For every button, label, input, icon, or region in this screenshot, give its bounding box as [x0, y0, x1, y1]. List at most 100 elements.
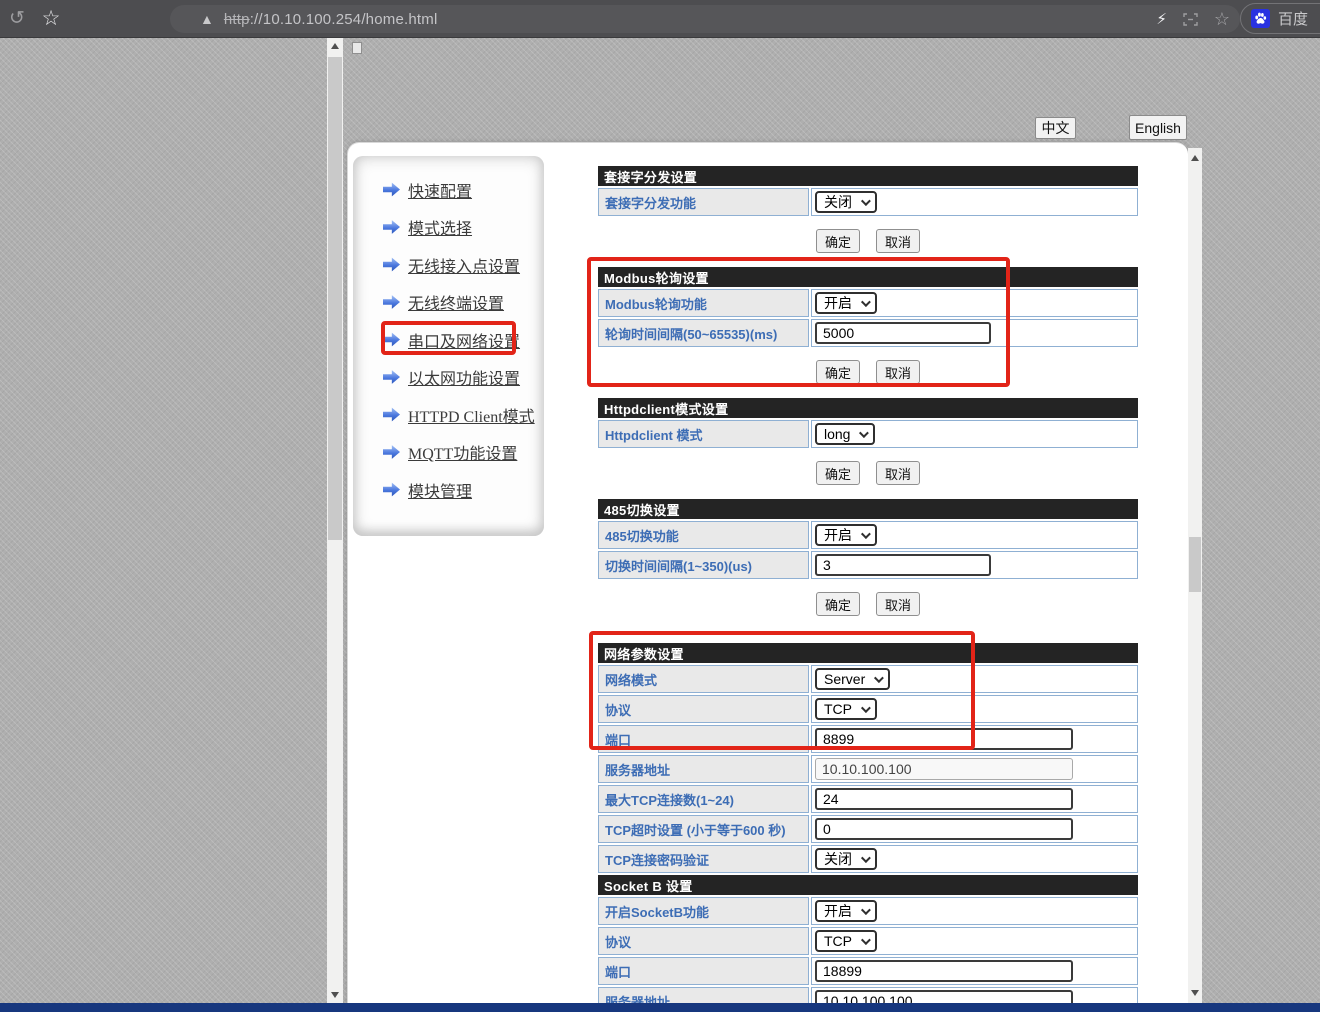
confirm-button[interactable]: 确定 — [816, 461, 860, 485]
sidebar-item-label[interactable]: MQTT功能设置 — [408, 440, 517, 464]
section-title: Modbus轮询设置 — [598, 267, 1138, 287]
table-row: 最大TCP连接数(1~24) — [598, 785, 1138, 813]
row-label: Modbus轮询功能 — [598, 289, 809, 317]
scroll-down-icon[interactable] — [1188, 985, 1202, 1001]
cancel-button[interactable]: 取消 — [876, 592, 920, 616]
table-row: 端口 — [598, 957, 1138, 985]
sidebar-item-label[interactable]: 无线接入点设置 — [408, 253, 520, 277]
table-row: 服务器地址 — [598, 755, 1138, 783]
scroll-down-icon[interactable] — [327, 987, 343, 1003]
broken-image-icon — [352, 42, 362, 54]
cancel-button[interactable]: 取消 — [876, 360, 920, 384]
table-row: Modbus轮询功能 开启 — [598, 289, 1138, 317]
cancel-button[interactable]: 取消 — [876, 229, 920, 253]
content-panel: 快速配置 模式选择 无线接入点设置 无线终端设置 串口及网络设置 以太网功能设置 — [347, 142, 1188, 1003]
section-network-params: 网络参数设置 网络模式 Server 协议 TCP 端口 服务器地址 — [598, 643, 1138, 873]
modbus-enable-select[interactable]: 开启 — [815, 292, 877, 314]
section-modbus-poll: Modbus轮询设置 Modbus轮询功能 开启 轮询时间间隔(50~65535… — [598, 267, 1138, 384]
left-scrollbar-thumb[interactable] — [328, 57, 342, 540]
port-input[interactable] — [815, 728, 1073, 750]
sidebar-item-mqtt[interactable]: MQTT功能设置 — [383, 442, 544, 463]
sidebar-item-serial-network[interactable]: 串口及网络设置 — [383, 329, 544, 350]
favorite-star-icon[interactable]: ☆ — [1214, 9, 1230, 30]
confirm-button[interactable]: 确定 — [816, 360, 860, 384]
sidebar-item-label[interactable]: 无线终端设置 — [408, 290, 504, 314]
sidebar-item-label[interactable]: 串口及网络设置 — [408, 328, 520, 352]
socketb-protocol-select[interactable]: TCP — [815, 930, 877, 952]
back-icon[interactable]: ↺ — [0, 7, 34, 30]
english-language-button[interactable]: English — [1129, 115, 1187, 140]
socketb-port-input[interactable] — [815, 960, 1073, 982]
sidebar-item-label[interactable]: 快速配置 — [408, 178, 472, 202]
sidebar-item-label[interactable]: HTTPD Client模式 — [408, 403, 535, 427]
row-label: 轮询时间间隔(50~65535)(ms) — [598, 319, 809, 347]
section-title: Httpdclient模式设置 — [598, 398, 1138, 418]
tcp-password-auth-select[interactable]: 关闭 — [815, 848, 877, 870]
confirm-button[interactable]: 确定 — [816, 229, 860, 253]
chevron-down-icon — [861, 853, 871, 863]
protocol-select[interactable]: TCP — [815, 698, 877, 720]
sidebar-item-wireless-ap[interactable]: 无线接入点设置 — [383, 254, 544, 275]
row-label: 最大TCP连接数(1~24) — [598, 785, 809, 813]
baidu-extension-button[interactable]: 百度 — [1240, 3, 1320, 34]
row-label: 协议 — [598, 695, 809, 723]
sidebar-menu: 快速配置 模式选择 无线接入点设置 无线终端设置 串口及网络设置 以太网功能设置 — [353, 156, 544, 536]
section-socket-b: Socket B 设置 开启SocketB功能 开启 协议 TCP 端口 服务器… — [598, 875, 1138, 1003]
max-tcp-connections-input[interactable] — [815, 788, 1073, 810]
scroll-up-icon[interactable] — [1188, 150, 1202, 166]
sidebar-item-ethernet[interactable]: 以太网功能设置 — [383, 367, 544, 388]
httpdclient-mode-select[interactable]: long — [815, 423, 875, 445]
bookmark-star-icon[interactable]: ☆ — [34, 6, 68, 31]
poll-interval-input[interactable] — [815, 322, 991, 344]
right-scrollbar-thumb[interactable] — [1189, 537, 1201, 592]
chevron-down-icon — [874, 673, 884, 683]
sidebar-item-label[interactable]: 模块管理 — [408, 478, 472, 502]
lightning-icon[interactable]: ⚡︎ — [1156, 10, 1167, 28]
chevron-down-icon — [861, 529, 871, 539]
chevron-down-icon — [861, 297, 871, 307]
row-label: 网络模式 — [598, 665, 809, 693]
arrow-right-icon — [383, 220, 400, 235]
address-bar[interactable]: ▲︎ http://10.10.100.254/home.html ⚡︎ ☆ — [170, 5, 1240, 33]
settings-content: 套接字分发设置 套接字分发功能 关闭 确定 取消 Modbus轮询设置 Modb… — [598, 166, 1138, 1003]
url-text: http://10.10.100.254/home.html — [224, 11, 438, 28]
sidebar-item-quick-config[interactable]: 快速配置 — [383, 179, 544, 200]
485-enable-select[interactable]: 开启 — [815, 524, 877, 546]
scroll-up-icon[interactable] — [327, 38, 343, 54]
sidebar-item-wireless-sta[interactable]: 无线终端设置 — [383, 292, 544, 313]
cancel-button[interactable]: 取消 — [876, 461, 920, 485]
bottom-taskbar-edge — [0, 1003, 1320, 1012]
sidebar-item-mode-select[interactable]: 模式选择 — [383, 217, 544, 238]
socketb-server-address-input[interactable] — [815, 990, 1073, 1003]
row-label: Httpdclient 模式 — [598, 420, 809, 448]
sidebar-item-label[interactable]: 以太网功能设置 — [408, 365, 520, 389]
tcp-timeout-input[interactable] — [815, 818, 1073, 840]
chevron-down-icon — [861, 196, 871, 206]
table-row: 网络模式 Server — [598, 665, 1138, 693]
sidebar-item-httpd-client[interactable]: HTTPD Client模式 — [383, 404, 544, 425]
table-row: TCP连接密码验证 关闭 — [598, 845, 1138, 873]
network-mode-select[interactable]: Server — [815, 668, 890, 690]
switch-interval-input[interactable] — [815, 554, 991, 576]
row-label: 协议 — [598, 927, 809, 955]
chevron-down-icon — [861, 703, 871, 713]
row-label: TCP连接密码验证 — [598, 845, 809, 873]
socket-dispatch-select[interactable]: 关闭 — [815, 191, 877, 213]
reader-frame-icon[interactable] — [1183, 13, 1198, 26]
not-secure-warning-icon: ▲︎ — [200, 11, 214, 27]
table-row: 切换时间间隔(1~350)(us) — [598, 551, 1138, 579]
baidu-paw-icon — [1251, 9, 1270, 28]
sidebar-item-module-manage[interactable]: 模块管理 — [383, 479, 544, 500]
left-scrollbar[interactable] — [327, 38, 343, 1003]
baidu-label: 百度 — [1278, 8, 1308, 29]
right-scrollbar[interactable] — [1188, 148, 1202, 1003]
chinese-language-button[interactable]: 中文 — [1035, 117, 1076, 139]
row-label: 端口 — [598, 725, 809, 753]
confirm-button[interactable]: 确定 — [816, 592, 860, 616]
socketb-enable-select[interactable]: 开启 — [815, 900, 877, 922]
sidebar-item-label[interactable]: 模式选择 — [408, 215, 472, 239]
chevron-down-icon — [861, 935, 871, 945]
table-row: TCP超时设置 (小于等于600 秒) — [598, 815, 1138, 843]
arrow-right-icon — [383, 445, 400, 460]
section-httpdclient: Httpdclient模式设置 Httpdclient 模式 long 确定 取… — [598, 398, 1138, 485]
